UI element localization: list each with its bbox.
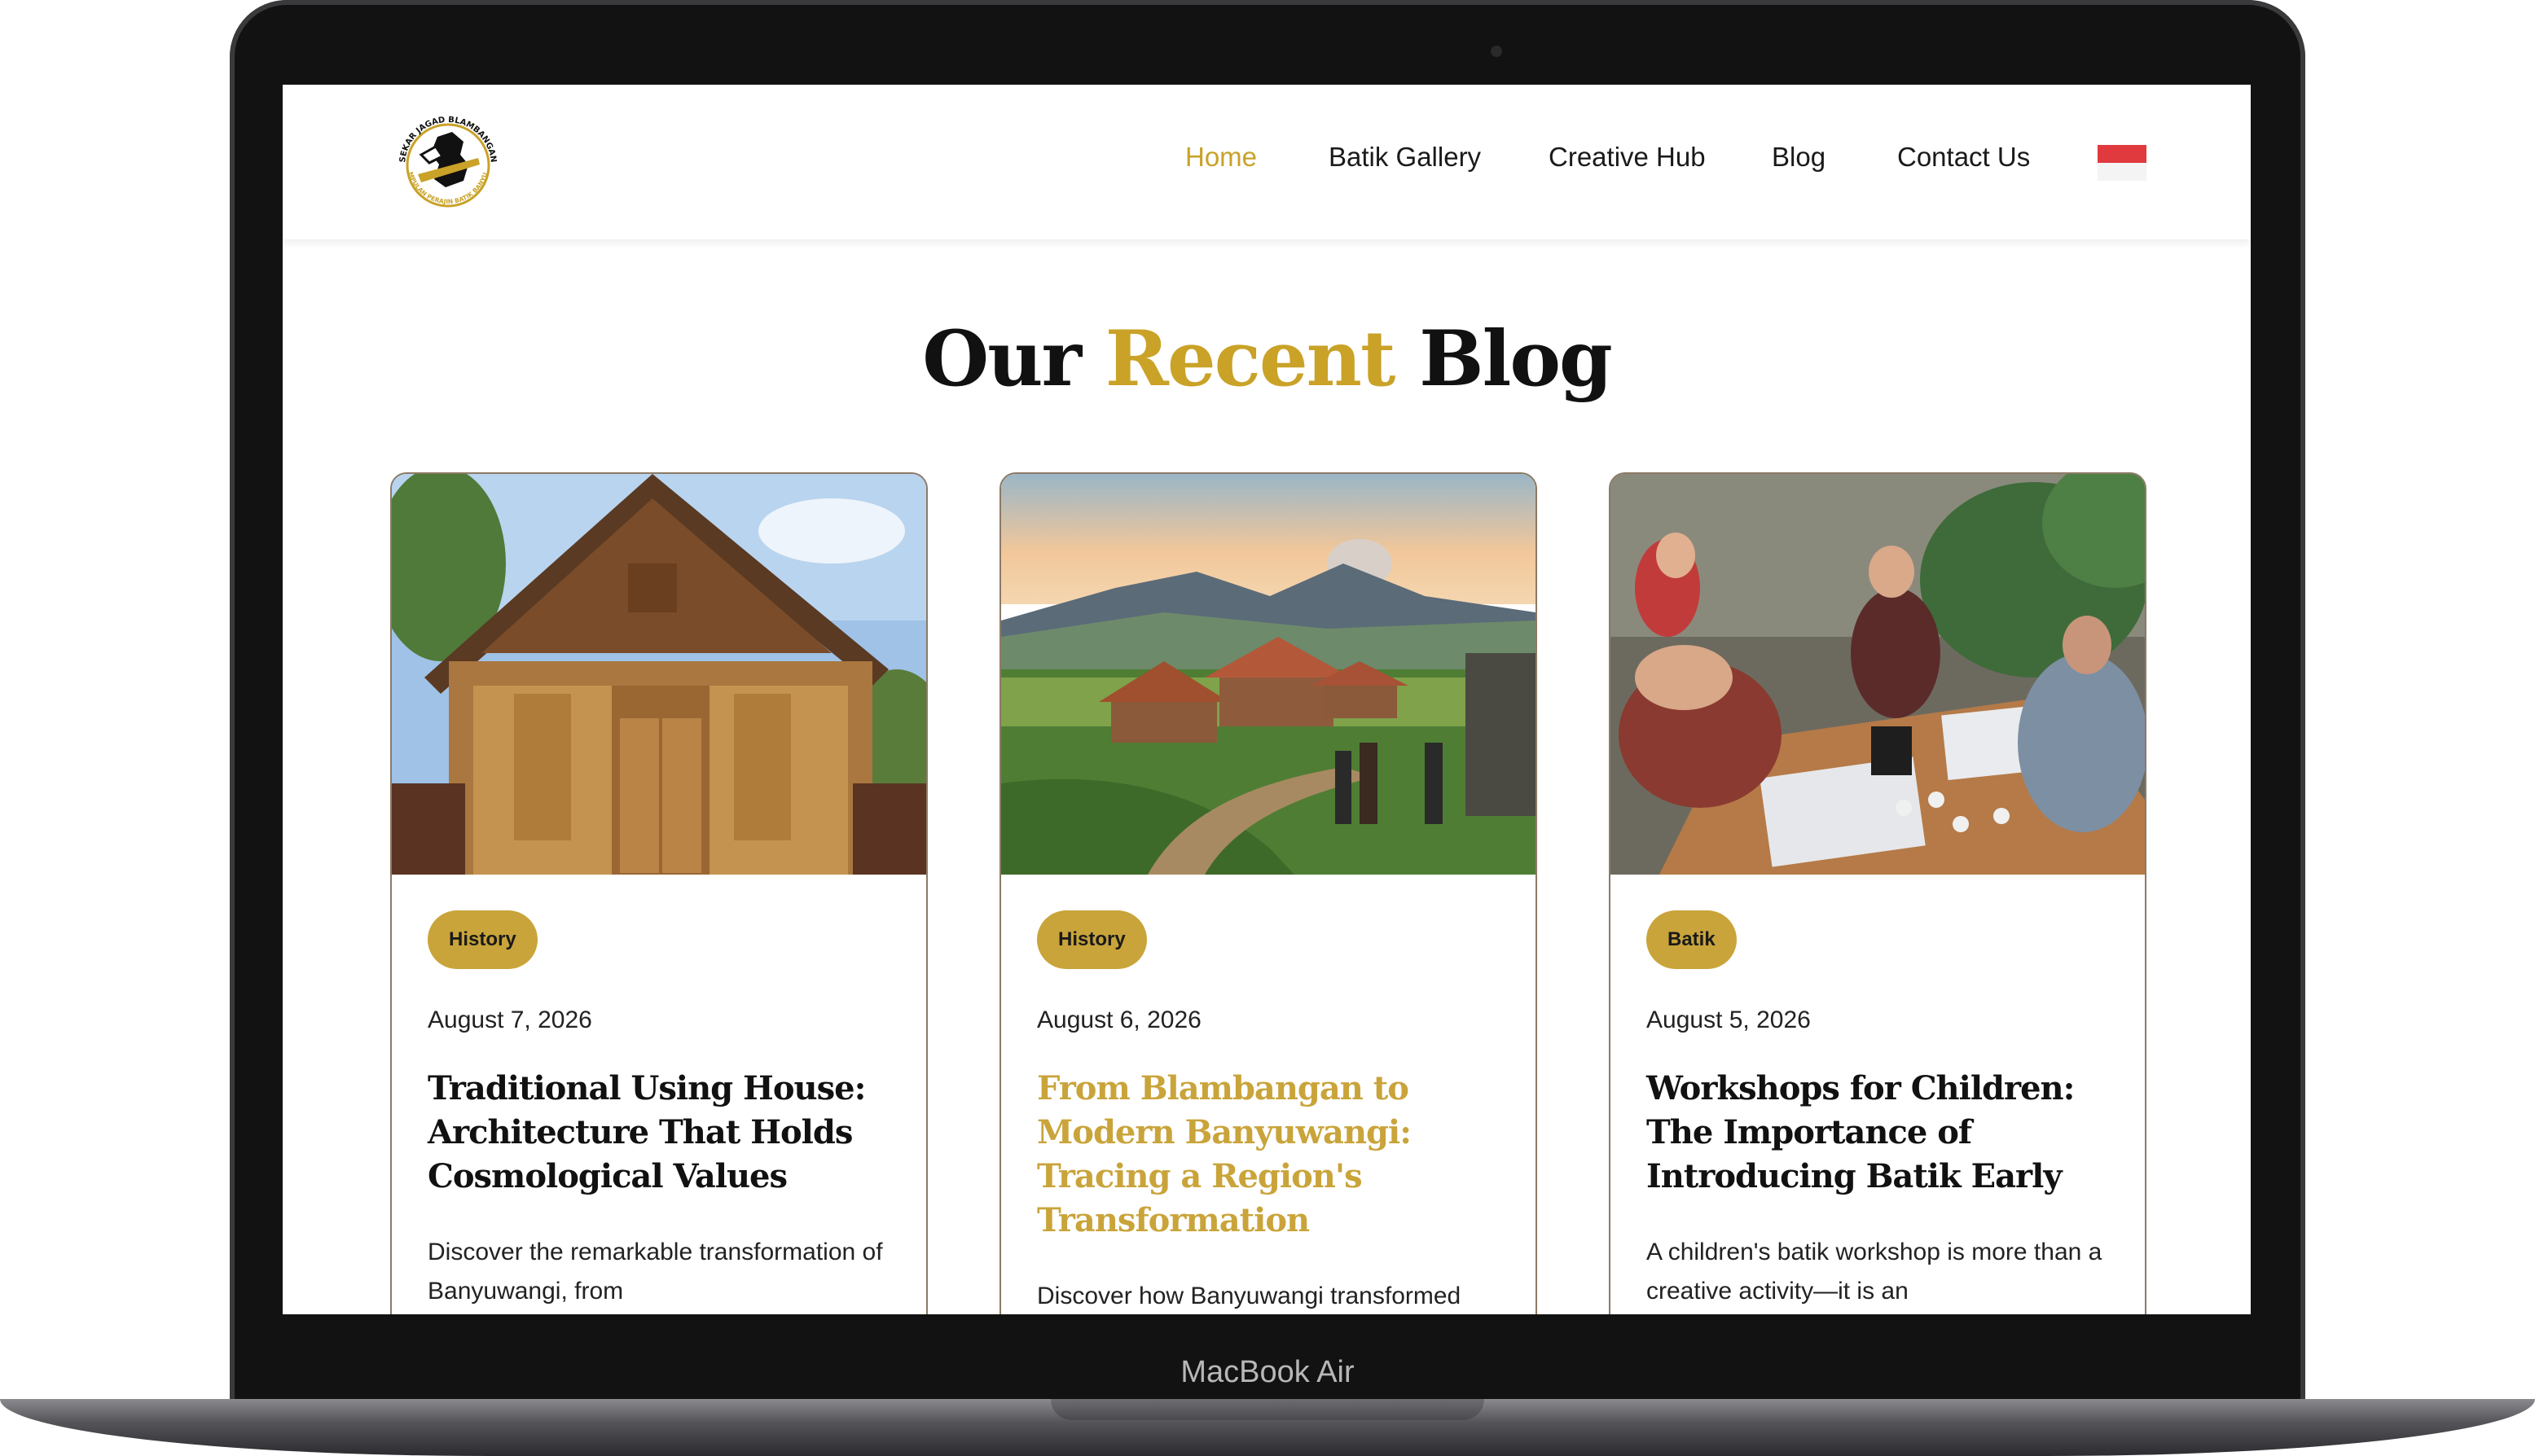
wooden-house-image[interactable]: [392, 474, 926, 875]
batik-workshop-image[interactable]: [1610, 474, 2145, 875]
post-title[interactable]: Workshops for Children: The Importance o…: [1646, 1067, 2119, 1199]
section-title: Our Recent Blog: [283, 314, 2251, 404]
device-label: MacBook Air: [1180, 1355, 1355, 1389]
blog-card[interactable]: Batik August 5, 2026 Workshops for Child…: [1609, 472, 2146, 1314]
nav-contact-us[interactable]: Contact Us: [1897, 142, 2030, 173]
category-tag[interactable]: History: [428, 910, 538, 969]
site-logo[interactable]: SEKAR JAGAD BLAMBANGAN PERKUMPULAN PERAJ…: [389, 106, 507, 225]
site-header: SEKAR JAGAD BLAMBANGAN PERKUMPULAN PERAJ…: [283, 85, 2251, 239]
nav-creative-hub[interactable]: Creative Hub: [1549, 142, 1706, 173]
post-excerpt: Discover how Banyuwangi transformed: [1037, 1283, 1461, 1309]
blog-card[interactable]: History August 6, 2026 From Blambangan t…: [1000, 472, 1537, 1314]
title-part1: Our: [922, 314, 1082, 404]
post-title[interactable]: From Blambangan to Modern Banyuwangi: Tr…: [1037, 1067, 1509, 1243]
blog-card[interactable]: History August 7, 2026 Traditional Using…: [390, 472, 928, 1314]
post-excerpt: Discover the remarkable transformation o…: [428, 1239, 883, 1305]
post-date: August 6, 2026: [1037, 1006, 1202, 1033]
category-tag[interactable]: Batik: [1646, 910, 1737, 969]
indonesia-flag-icon[interactable]: [2098, 145, 2146, 181]
category-tag[interactable]: History: [1037, 910, 1147, 969]
post-date: August 5, 2026: [1646, 1006, 1811, 1033]
post-excerpt: A children's batik workshop is more than…: [1646, 1239, 2102, 1305]
camera-icon: [1491, 46, 1502, 57]
browser-screen: SEKAR JAGAD BLAMBANGAN PERKUMPULAN PERAJ…: [283, 85, 2251, 1314]
nav-home[interactable]: Home: [1185, 142, 1257, 173]
title-accent: Recent: [1105, 314, 1396, 404]
post-date: August 7, 2026: [428, 1006, 592, 1033]
nav-blog[interactable]: Blog: [1772, 142, 1825, 173]
volcano-village-image[interactable]: [1001, 474, 1535, 875]
laptop-hinge-notch: [1051, 1399, 1484, 1420]
title-part2: Blog: [1419, 314, 1613, 404]
post-title[interactable]: Traditional Using House: Architecture Th…: [428, 1067, 900, 1199]
nav-batik-gallery[interactable]: Batik Gallery: [1329, 142, 1481, 173]
